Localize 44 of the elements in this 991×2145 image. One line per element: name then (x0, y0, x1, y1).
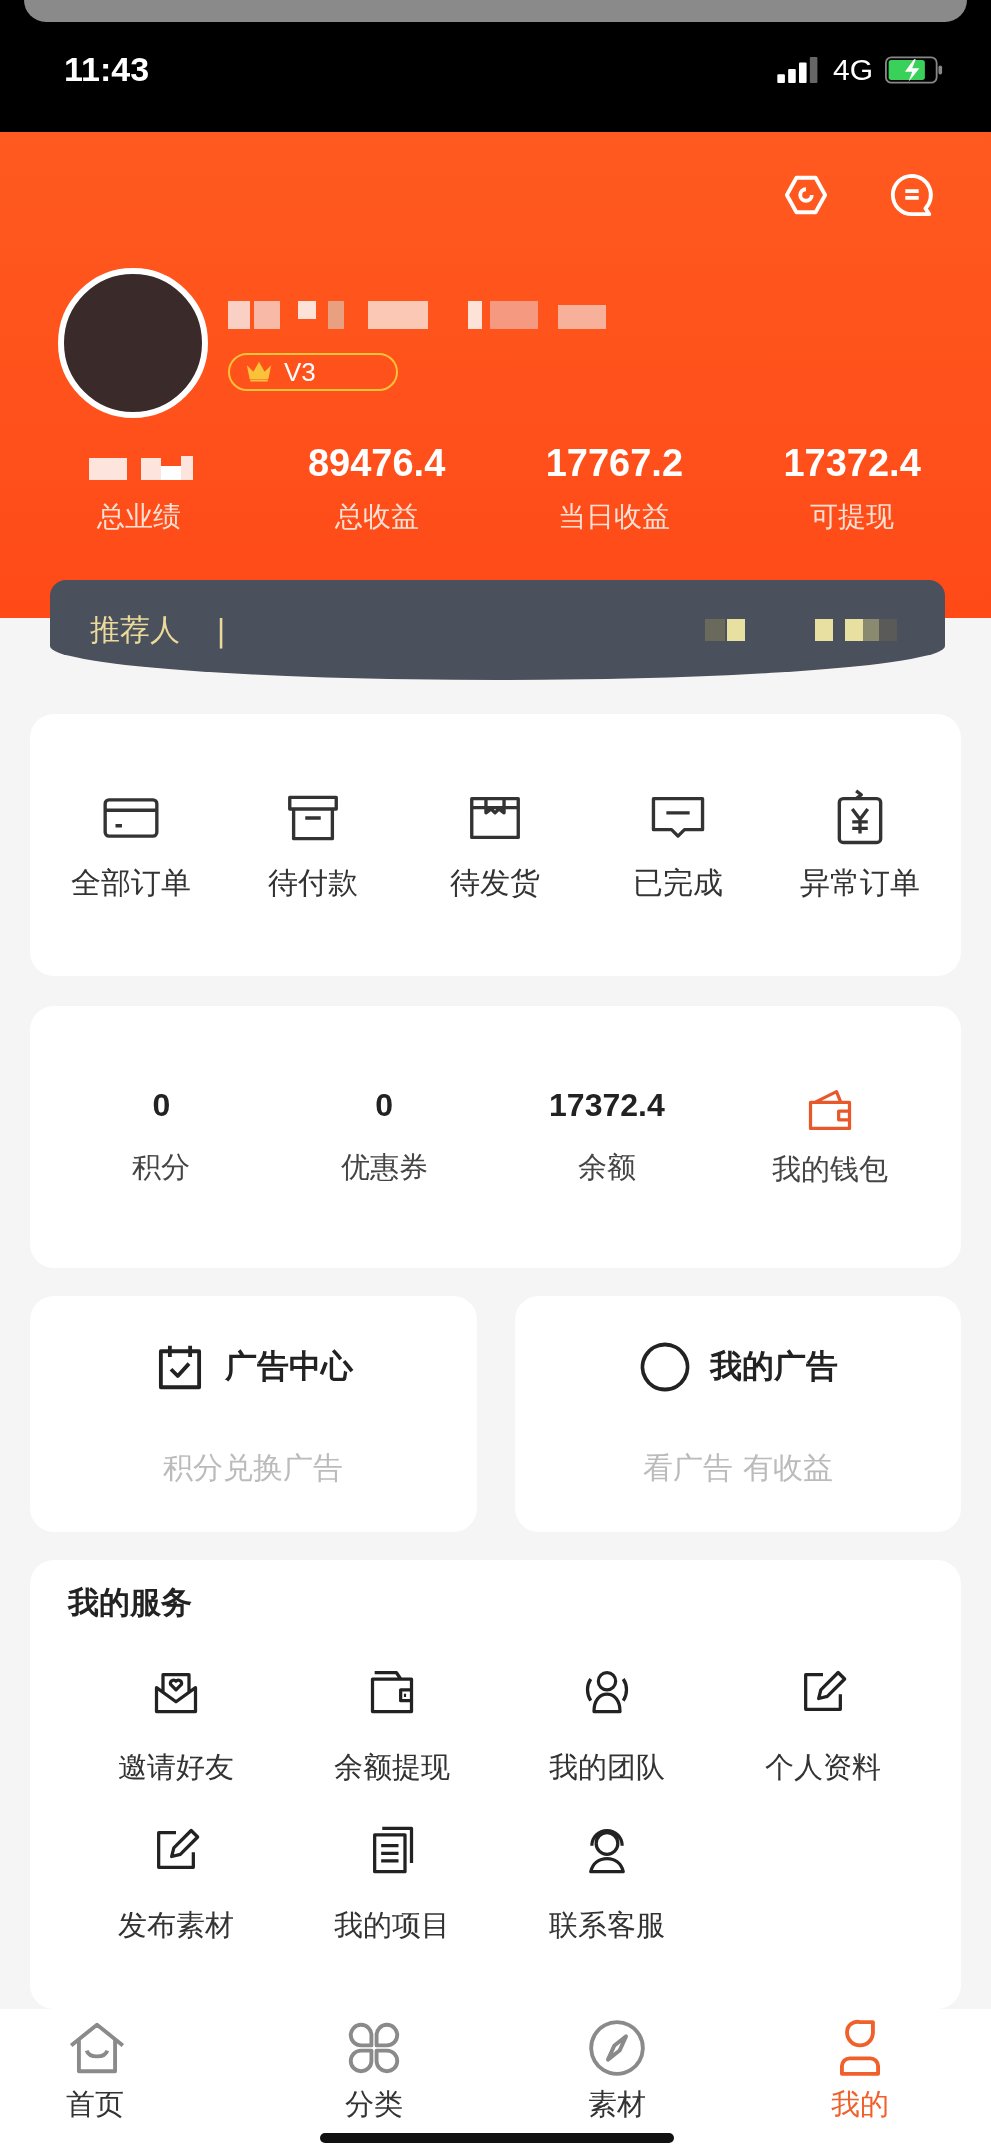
message-icon[interactable] (889, 172, 935, 218)
ad-title: 我的广告 (709, 1345, 838, 1387)
crown-icon (246, 361, 272, 383)
wallet-label[interactable]: 我的钱包 (771, 1150, 888, 1190)
asset-value: 17372.4 (549, 1086, 665, 1124)
stat-label: 总业绩 (96, 499, 181, 535)
stat-value: 89476.4 (307, 442, 446, 486)
service-label[interactable]: 个人资料 (765, 1748, 882, 1788)
network-label: 4G (832, 52, 873, 87)
ad-subtitle: 看广告 有收益 (642, 1448, 833, 1487)
clock: 11:43 (64, 50, 150, 89)
service-label[interactable]: 联系客服 (549, 1906, 666, 1946)
level-badge: V3 (228, 353, 398, 391)
separator: | (216, 612, 227, 648)
stat-label: 当日收益 (558, 499, 671, 535)
asset-label: 积分 (132, 1148, 191, 1186)
service-label[interactable]: 余额提现 (333, 1748, 450, 1788)
asset-value: 0 (152, 1086, 171, 1124)
service-label[interactable]: 发布素材 (117, 1906, 234, 1946)
section-title: 我的服务 (68, 1583, 192, 1622)
battery-icon (885, 55, 943, 84)
order-label[interactable]: 异常订单 (799, 862, 920, 904)
ad-title: 广告中心 (225, 1345, 354, 1387)
service-label[interactable]: 我的团队 (549, 1748, 666, 1788)
service-label[interactable]: 我的项目 (333, 1906, 450, 1946)
referrer-label: 推荐人 (90, 610, 180, 649)
order-label[interactable]: 待付款 (268, 862, 359, 904)
order-label[interactable]: 全部订单 (71, 862, 192, 904)
asset-label: 优惠券 (340, 1148, 428, 1186)
service-label[interactable]: 邀请好友 (117, 1748, 234, 1788)
stat-value: 17372.4 (783, 442, 921, 486)
stat-label: 总收益 (334, 499, 419, 535)
stat-label: 可提现 (810, 499, 895, 535)
stat-value: 17767.2 (545, 442, 684, 486)
order-label[interactable]: 已完成 (632, 862, 723, 904)
asset-label: 余额 (577, 1148, 636, 1186)
tab-label[interactable]: 分类 (345, 2087, 404, 2122)
ad-subtitle: 积分兑换广告 (163, 1448, 344, 1487)
ad-card[interactable]: 广告中心 积分兑换广告 (30, 1296, 477, 1532)
ad-card[interactable]: 我的广告 看广告 有收益 (514, 1296, 961, 1532)
tab-label[interactable]: 首页 (66, 2087, 124, 2122)
order-label[interactable]: 待发货 (450, 862, 541, 904)
tab-label[interactable]: 素材 (587, 2087, 646, 2122)
asset-value: 0 (375, 1086, 393, 1124)
